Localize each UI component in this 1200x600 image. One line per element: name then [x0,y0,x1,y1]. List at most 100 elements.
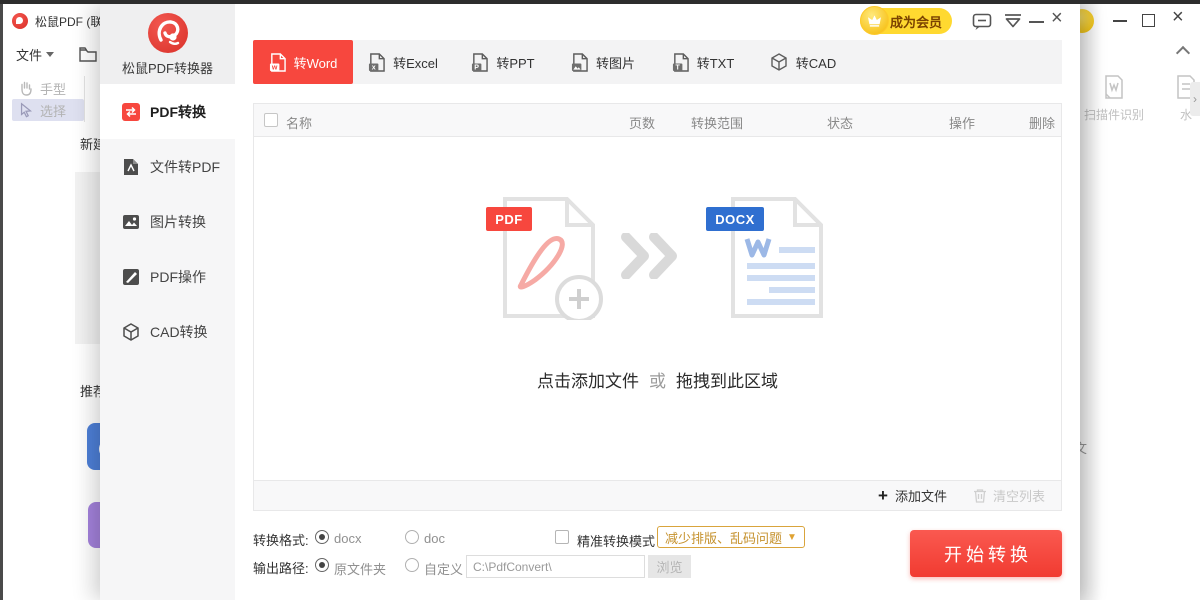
add-files-label: 添加文件 [895,486,947,505]
svg-text:P: P [475,63,480,71]
image-doc-icon [571,53,588,72]
add-files-button[interactable]: + 添加文件 [878,486,947,506]
panel-expand-button[interactable]: › [1190,82,1200,116]
sidebar-item-label: CAD转换 [150,322,208,342]
file-menu-caret-icon [46,52,54,57]
hand-tool[interactable]: 手型 [18,78,66,98]
col-pages: 页数 [629,113,655,132]
bg-maximize-button[interactable] [1142,14,1155,27]
sidebar-item-label: PDF转换 [150,102,206,122]
sidebar-item-pdf-convert[interactable]: PDF转换 [100,84,235,139]
dropzone-hint: 点击添加文件或拖拽到此区域 [254,367,1061,392]
format-doc-radio[interactable] [405,530,419,544]
crown-icon [860,6,889,35]
trash-icon [973,488,987,503]
screen-left-edge [0,4,3,600]
browse-button[interactable]: 浏览 [648,555,691,578]
docx-file-icon: DOCX [713,195,836,320]
file-table-header: 名称 页数 转换范围 状态 操作 删除 [253,103,1062,137]
bg-minimize-button[interactable] [1113,20,1127,22]
member-label: 成为会员 [890,12,942,31]
sidebar: 松鼠PDF转换器 PDF转换 文件转PDF 图片转换 [100,4,235,600]
select-all-checkbox[interactable] [264,113,278,127]
output-source-radio[interactable] [315,558,329,572]
dialog-close-button[interactable]: × [1051,7,1063,30]
tab-to-ppt[interactable]: P 转PPT [453,40,553,84]
squirrel-app-icon [12,13,28,29]
ribbon-collapse-icon[interactable] [1176,46,1190,60]
start-convert-button[interactable]: 开始转换 [910,530,1062,577]
dialog-shadow [1080,4,1102,600]
select-tool[interactable]: 选择 [18,100,66,120]
tab-label: 转图片 [596,53,635,72]
app-name: 松鼠PDF转换器 [122,58,213,77]
dialog-minimize-button[interactable] [1029,21,1044,23]
txt-doc-icon: T [672,53,689,72]
sidebar-item-pdf-operations[interactable]: PDF操作 [100,249,235,304]
output-custom-radio[interactable] [405,558,419,572]
hint-click: 点击添加文件 [537,372,639,391]
excel-doc-icon: x [368,53,385,72]
plus-icon: + [878,486,888,506]
open-folder-icon[interactable] [78,45,98,63]
clear-list-label: 清空列表 [993,486,1045,505]
sidebar-item-file-to-pdf[interactable]: 文件转PDF [100,139,235,194]
tab-label: 转PPT [496,53,534,72]
toolbar-separator [84,76,85,122]
sidebar-item-cad-convert[interactable]: CAD转换 [100,304,235,359]
hint-drag: 拖拽到此区域 [676,372,778,391]
background-window-right: × 扫描件识别 水 › 文 [1080,4,1200,600]
tab-to-word[interactable]: w 转Word [253,40,353,84]
file-menu[interactable]: 文件 [16,44,54,64]
clear-list-button[interactable]: 清空列表 [973,486,1045,505]
cad-cube-icon [770,53,788,71]
output-custom-label[interactable]: 自定义 [424,559,463,578]
output-source-label[interactable]: 原文件夹 [334,559,386,578]
output-path-input[interactable] [466,555,645,578]
pdf-converter-dialog: 松鼠PDF转换器 PDF转换 文件转PDF 图片转换 [100,4,1080,600]
col-delete: 删除 [1029,113,1055,132]
hint-or: 或 [649,372,666,391]
sidebar-item-image-convert[interactable]: 图片转换 [100,194,235,249]
precise-mode-label: 精准转换模式 [577,531,655,550]
format-label: 转换格式: [253,530,309,549]
col-name: 名称 [286,113,312,132]
output-path-label: 输出路径: [253,558,309,577]
file-to-pdf-icon [122,158,140,176]
word-doc-icon: w [269,53,286,72]
tab-to-txt[interactable]: T 转TXT [653,40,753,84]
format-docx-label[interactable]: docx [334,531,361,546]
sidebar-item-label: PDF操作 [150,267,206,287]
sidebar-item-label: 文件转PDF [150,157,220,177]
col-action: 操作 [949,113,975,132]
tab-to-image[interactable]: 转图片 [553,40,653,84]
pdf-operations-icon [122,268,140,286]
cursor-icon [18,102,34,118]
format-docx-radio[interactable] [315,530,329,544]
file-drop-zone[interactable]: PDF DOCX 点击添加文件或拖拽到此区域 [253,137,1062,480]
format-doc-label[interactable]: doc [424,531,445,546]
image-convert-icon [122,213,140,231]
feedback-icon[interactable] [972,13,992,31]
precise-mode-checkbox[interactable] [555,530,569,544]
sidebar-item-label: 图片转换 [150,212,206,232]
convert-tabs-bar: w 转Word x 转Excel P 转PPT [253,40,1062,84]
screen-top-edge [0,0,1200,4]
hand-icon [18,80,34,96]
tab-label: 转TXT [697,53,735,72]
skin-menu-icon[interactable] [1003,13,1023,31]
select-tool-label: 选择 [40,101,66,120]
tab-label: 转Word [294,53,338,72]
become-member-button[interactable]: 成为会员 [860,8,952,34]
svg-text:w: w [270,63,277,71]
bg-close-button[interactable]: × [1172,6,1184,29]
tab-to-excel[interactable]: x 转Excel [353,40,453,84]
tab-to-cad[interactable]: 转CAD [753,40,853,84]
tab-label: 转CAD [796,53,836,72]
col-range: 转换范围 [691,113,743,132]
app-logo-box: 松鼠PDF转换器 [100,4,235,84]
pdf-convert-icon [122,103,140,121]
precise-tip-dropdown[interactable]: 减少排版、乱码问题 ▼ [657,526,805,548]
ppt-doc-icon: P [471,53,488,72]
svg-text:T: T [675,63,680,71]
